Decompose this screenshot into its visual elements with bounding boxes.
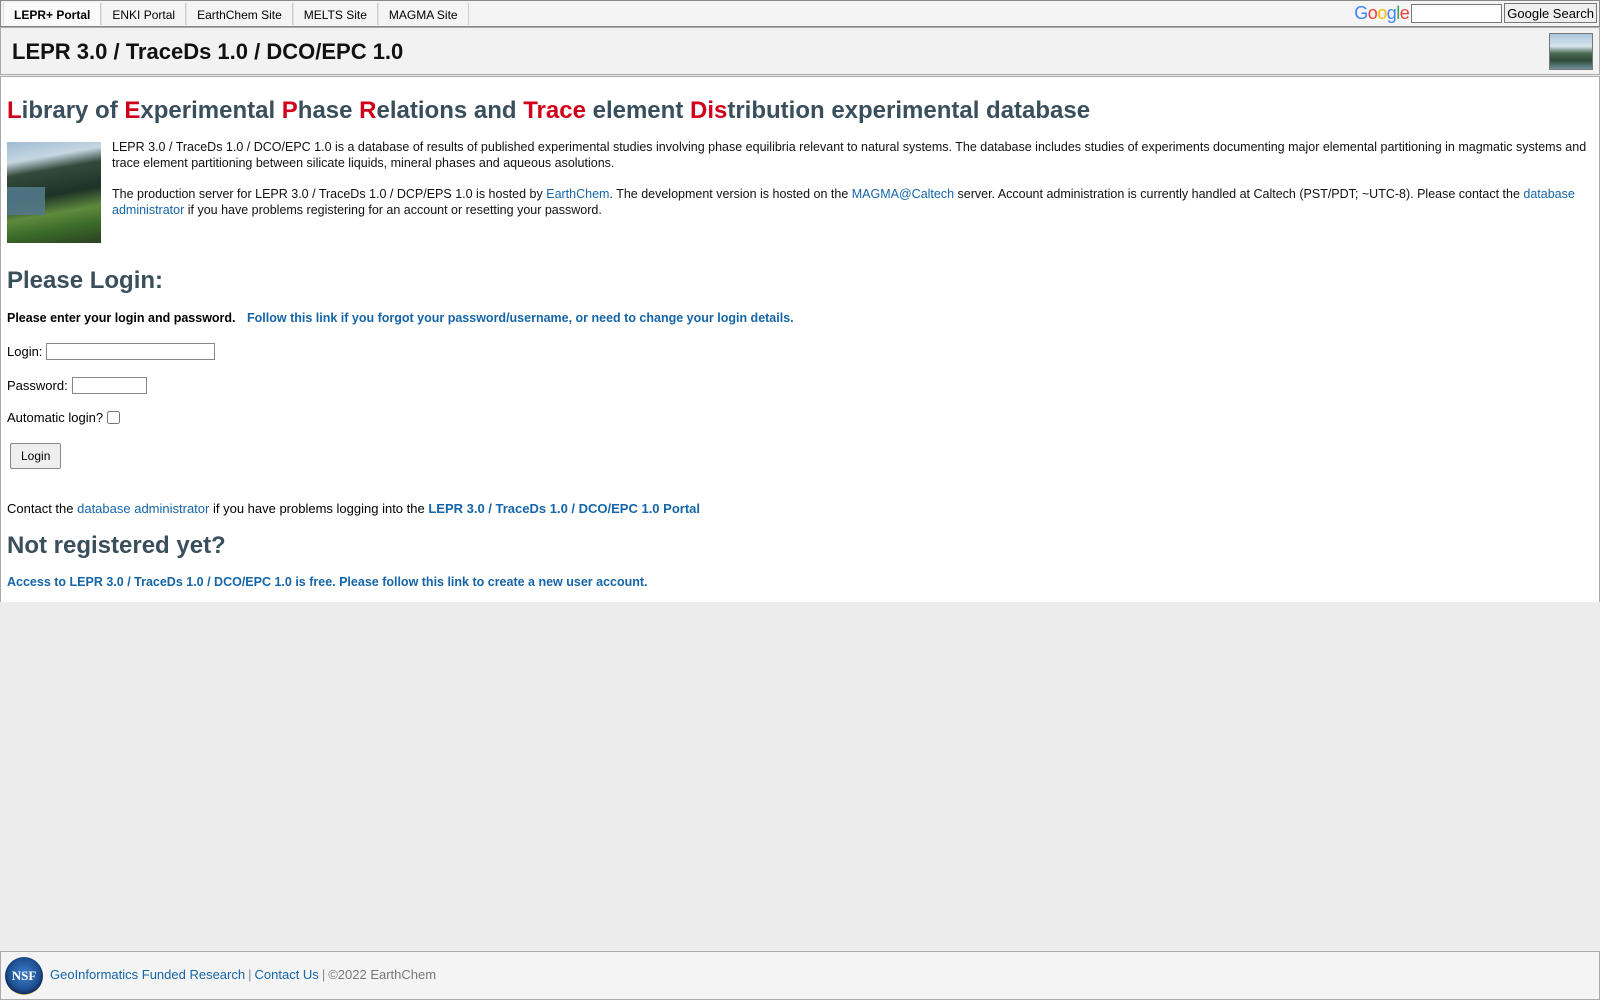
intro-text: LEPR 3.0 / TraceDs 1.0 / DCO/EPC 1.0 is … <box>112 139 1592 233</box>
password-input[interactable] <box>71 377 147 394</box>
tab-magma-site[interactable]: MAGMA Site <box>377 3 469 25</box>
headline-segment: E <box>124 97 141 124</box>
login-instructions-text: Please enter your login and password. <box>7 311 236 325</box>
create-account-link[interactable]: Access to LEPR 3.0 / TraceDs 1.0 / DCO/E… <box>7 575 648 589</box>
headline-segment: L <box>7 97 22 124</box>
login-label: Login: <box>7 344 43 359</box>
headline-segment: R <box>359 97 377 124</box>
tab-earthchem-site[interactable]: EarthChem Site <box>186 3 293 25</box>
headline-segment: xperimental <box>140 97 282 124</box>
headline-segment: Trace <box>523 97 586 124</box>
login-instructions: Please enter your login and password. Fo… <box>7 311 794 325</box>
intro-text-segment: if you have problems registering for an … <box>184 203 602 217</box>
intro-paragraph-1: LEPR 3.0 / TraceDs 1.0 / DCO/EPC 1.0 is … <box>112 140 1587 170</box>
coastline-photo <box>7 142 101 243</box>
footer-separator: | <box>248 967 252 982</box>
nsf-logo: NSF <box>5 957 43 995</box>
tab-lepr-portal[interactable]: LEPR+ Portal <box>3 3 102 25</box>
main-content: Library of Experimental Phase Relations … <box>0 76 1600 602</box>
contact-admin-link[interactable]: database administrator <box>77 501 209 516</box>
database-headline: Library of Experimental Phase Relations … <box>7 97 1090 125</box>
login-row: Login: <box>7 343 216 360</box>
google-logo-letter: o <box>1377 3 1387 23</box>
footer-links: GeoInformatics Funded Research | Contact U… <box>50 967 436 982</box>
google-logo-letter: e <box>1399 3 1410 23</box>
headline-segment: elations and <box>376 97 524 124</box>
login-button[interactable]: Login <box>10 443 62 469</box>
login-heading: Please Login: <box>7 267 164 294</box>
page-title: LEPR 3.0 / TraceDs 1.0 / DCO/EPC 1.0 <box>12 39 404 64</box>
google-logo: Google <box>1354 3 1410 23</box>
headline-segment: hase <box>297 97 360 124</box>
auto-login-label: Automatic login? <box>7 410 104 425</box>
geoinformatics-link[interactable]: GeoInformatics Funded Research <box>50 967 245 982</box>
auto-login-row: Automatic login? <box>7 410 121 425</box>
auto-login-checkbox[interactable] <box>107 411 121 424</box>
coastline-thumbnail <box>1549 33 1593 70</box>
intro-text-segment: . The development version is hosted on t… <box>609 187 852 201</box>
portal-link[interactable]: LEPR 3.0 / TraceDs 1.0 / DCO/EPC 1.0 Por… <box>428 501 700 516</box>
contact-us-link[interactable]: Contact Us <box>255 967 319 982</box>
portal-tabs: LEPR+ Portal ENKI Portal EarthChem Site … <box>3 3 469 25</box>
password-label: Password: <box>7 378 68 393</box>
headline-segment: element <box>585 97 690 124</box>
headline-segment: tribution experimental database <box>727 97 1091 124</box>
intro-text-segment: server. Account administration is curren… <box>954 187 1524 201</box>
headline-segment: D <box>689 97 708 124</box>
google-search-input[interactable] <box>1411 3 1503 23</box>
magma-caltech-link[interactable]: MAGMA@Caltech <box>852 187 954 201</box>
intro-paragraph-2: The production server for LEPR 3.0 / Tra… <box>112 186 1592 218</box>
forgot-password-link[interactable]: Follow this link if you forgot your pass… <box>247 311 794 325</box>
intro-text-segment: The production server for LEPR 3.0 / Tra… <box>112 187 547 201</box>
contact-line: Contact the database administrator if yo… <box>7 501 700 516</box>
title-bar: LEPR 3.0 / TraceDs 1.0 / DCO/EPC 1.0 <box>0 27 1600 75</box>
password-row: Password: <box>7 377 147 394</box>
tab-melts-site[interactable]: MELTS Site <box>292 3 378 25</box>
contact-text: if you have problems logging into the <box>209 501 429 516</box>
tab-enki-portal[interactable]: ENKI Portal <box>101 3 187 25</box>
contact-text: Contact the <box>7 501 78 516</box>
headline-segment: ibrary of <box>21 97 125 124</box>
google-search-box: Google Google Search <box>1354 3 1597 23</box>
footer: NSF GeoInformatics Funded Research | Conta… <box>0 951 1600 1000</box>
google-logo-letter: o <box>1367 3 1378 23</box>
google-logo-letter: g <box>1386 3 1397 23</box>
top-nav-bar: LEPR+ Portal ENKI Portal EarthChem Site … <box>0 0 1600 27</box>
copyright-text: ©2022 EarthChem <box>328 967 437 982</box>
login-input[interactable] <box>46 343 216 360</box>
not-registered-heading: Not registered yet? <box>7 532 226 559</box>
headline-segment: P <box>281 97 298 124</box>
google-logo-letter: G <box>1354 3 1368 23</box>
footer-separator: | <box>321 967 326 982</box>
google-search-button[interactable]: Google Search <box>1504 3 1597 23</box>
earthchem-link[interactable]: EarthChem <box>546 187 609 201</box>
headline-segment: is <box>707 97 728 124</box>
